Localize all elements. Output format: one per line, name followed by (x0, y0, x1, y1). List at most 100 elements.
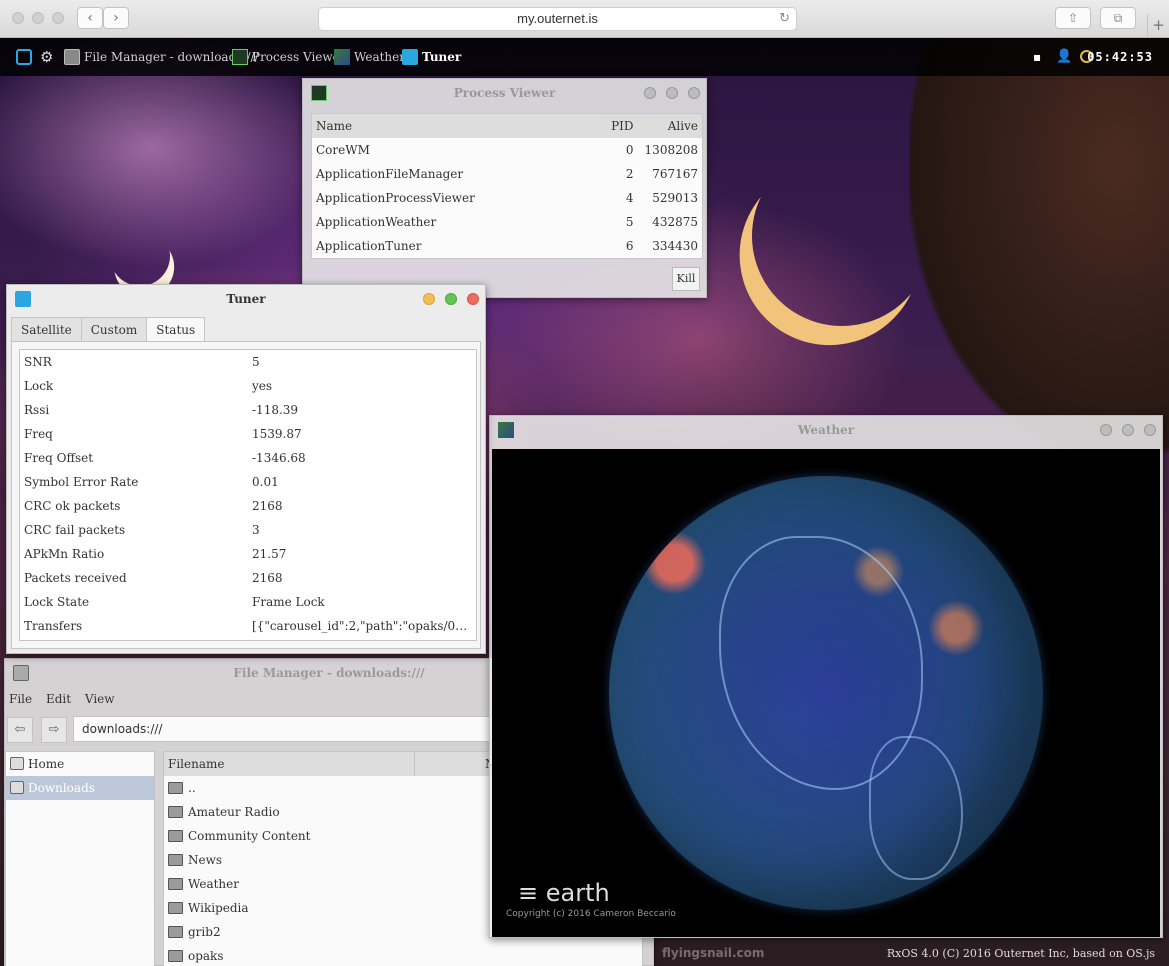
status-key: Freq Offset (24, 451, 94, 465)
window-titlebar[interactable]: Process Viewer (303, 79, 706, 107)
process-name: ApplicationFileManager (316, 166, 464, 181)
tab-custom[interactable]: Custom (80, 317, 148, 341)
window-titlebar[interactable]: Weather (490, 416, 1162, 444)
table-row[interactable]: ApplicationFileManager 2 767167 (312, 162, 703, 186)
taskbar-label: Tuner (422, 50, 462, 64)
status-key: SNR (24, 355, 52, 369)
column-header-pid[interactable]: PID (591, 113, 638, 138)
status-key: Lock (24, 379, 54, 393)
close-button[interactable] (688, 87, 700, 99)
file-name: opaks (188, 949, 224, 963)
status-value: -1346.68 (252, 451, 306, 465)
status-value: 0.01 (252, 475, 279, 489)
settings-gear-icon[interactable]: ⚙ (40, 49, 60, 65)
taskbar-item-file-manager[interactable]: File Manager - downloads:/// (64, 49, 259, 65)
tab-satellite[interactable]: Satellite (11, 317, 82, 341)
forward-arrow-icon[interactable]: ⇨ (41, 717, 67, 743)
process-pid: 5 (625, 215, 634, 230)
process-alive: 767167 (652, 166, 698, 181)
forward-button[interactable]: › (103, 7, 129, 29)
maximize-button[interactable] (666, 87, 678, 99)
sidebar-label: Home (28, 757, 65, 771)
menu-bar: File Edit View (9, 689, 125, 709)
file-name: Weather (188, 877, 239, 891)
process-alive: 432875 (652, 215, 698, 230)
window-title: Weather (797, 423, 855, 437)
maximize-button[interactable] (1122, 424, 1134, 436)
window-title: Process Viewer (453, 86, 556, 100)
folder-icon (168, 878, 183, 890)
menu-view[interactable]: View (85, 692, 115, 706)
process-viewer-icon (232, 49, 248, 65)
column-header-alive[interactable]: Alive (637, 113, 703, 138)
menu-edit[interactable]: Edit (46, 692, 71, 706)
drive-icon (10, 781, 24, 794)
back-arrow-icon[interactable]: ⇦ (7, 717, 33, 743)
taskbar-item-process-viewer[interactable]: Process Viewer (232, 49, 346, 65)
process-name: CoreWM (316, 142, 370, 157)
table-row[interactable]: ApplicationWeather 5 432875 (312, 210, 703, 234)
minimize-window-button[interactable] (32, 12, 44, 24)
column-header-name[interactable]: Name (311, 113, 592, 138)
status-value: Frame Lock (252, 595, 325, 609)
status-value: 2168 (252, 499, 283, 513)
status-row: Freq 1539.87 (20, 422, 476, 446)
table-row[interactable]: ApplicationProcessViewer 4 529013 (312, 186, 703, 210)
user-icon[interactable]: 👤 (1056, 49, 1076, 65)
table-row[interactable]: ApplicationTuner 6 334430 (312, 234, 703, 258)
list-item[interactable]: opaks (164, 944, 642, 966)
address-bar[interactable]: my.outernet.is ↻ (318, 7, 797, 31)
taskbar-item-weather[interactable]: Weather (334, 49, 405, 65)
minimize-button[interactable] (423, 293, 435, 305)
folder-icon (168, 782, 183, 794)
new-tab-button[interactable]: + (1147, 14, 1169, 38)
process-pid: 4 (625, 190, 634, 205)
home-icon (10, 757, 24, 770)
close-button[interactable] (1144, 424, 1156, 436)
window-titlebar[interactable]: Tuner (7, 285, 485, 313)
folder-icon (168, 902, 183, 914)
column-header-filename[interactable]: Filename (168, 752, 224, 776)
tabs-button[interactable]: ⧉ (1100, 7, 1136, 29)
sidebar-item-home[interactable]: Home (6, 752, 154, 776)
table-row[interactable]: CoreWM 0 1308208 (312, 138, 703, 162)
file-name: Amateur Radio (188, 805, 280, 819)
process-name: ApplicationWeather (316, 215, 437, 230)
browser-toolbar: ‹ › my.outernet.is ↻ ⇧ ⧉ + (0, 0, 1169, 38)
zoom-window-button[interactable] (52, 12, 64, 24)
status-value: [{"carousel_id":2,"path":"opaks/07a6-gfs… (252, 619, 472, 633)
folder-icon (168, 830, 183, 842)
sidebar-item-downloads[interactable]: Downloads (6, 776, 154, 800)
status-row: CRC fail packets 3 (20, 518, 476, 542)
status-row: Packets received 2168 (20, 566, 476, 590)
menu-file[interactable]: File (9, 692, 32, 706)
status-key: CRC ok packets (24, 499, 121, 513)
close-window-button[interactable] (12, 12, 24, 24)
maximize-button[interactable] (445, 293, 457, 305)
minimize-button[interactable] (644, 87, 656, 99)
earth-logo[interactable]: ≡ earth (518, 879, 610, 907)
tab-status[interactable]: Status (146, 317, 206, 341)
taskbar: ⚙ File Manager - downloads:/// Process V… (0, 38, 1169, 76)
kill-button[interactable]: Kill (672, 267, 700, 291)
earth-map-view[interactable]: ≡ earth Copyright (c) 2016 Cameron Becca… (492, 449, 1160, 937)
status-row: APkMn Ratio 21.57 (20, 542, 476, 566)
notification-icon[interactable]: ▪ (1033, 49, 1053, 65)
status-key: Symbol Error Rate (24, 475, 139, 489)
tuner-icon (402, 49, 418, 65)
globe-graphic[interactable] (609, 476, 1043, 910)
watermark: flyingsnail.com (662, 946, 765, 960)
weather-window: Weather ≡ earth Copyright (c) 2016 Camer… (489, 415, 1163, 938)
share-button[interactable]: ⇧ (1055, 7, 1091, 29)
close-button[interactable] (467, 293, 479, 305)
process-viewer-window: Process Viewer Name PID Alive CoreWM 0 130… (302, 78, 707, 298)
status-key: Freq (24, 427, 53, 441)
status-value: 3 (252, 523, 260, 537)
file-name: .. (188, 781, 196, 795)
reload-icon[interactable]: ↻ (779, 8, 790, 30)
taskbar-item-tuner[interactable]: Tuner (402, 49, 461, 65)
start-menu-icon[interactable] (16, 49, 36, 65)
back-button[interactable]: ‹ (77, 7, 103, 29)
file-manager-icon (13, 665, 29, 681)
minimize-button[interactable] (1100, 424, 1112, 436)
